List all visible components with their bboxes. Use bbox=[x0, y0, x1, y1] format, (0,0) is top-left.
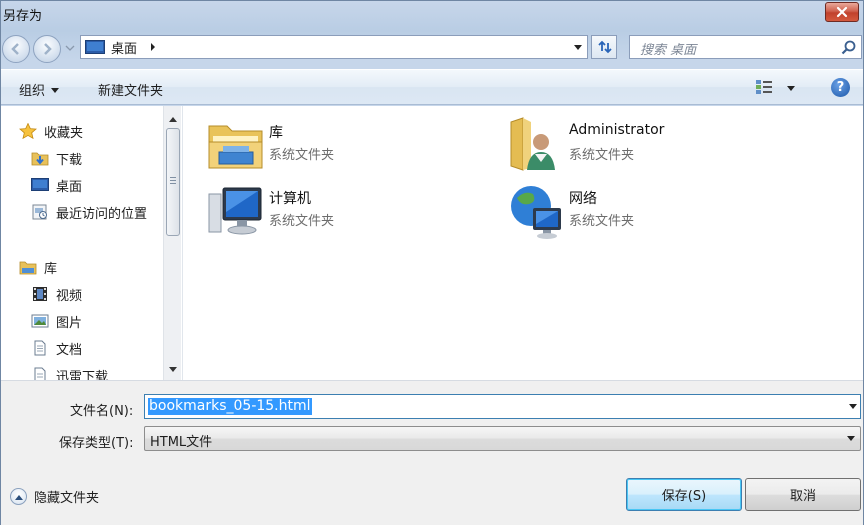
filetype-dropdown-icon bbox=[847, 436, 855, 441]
sidebar-item-recent-places[interactable]: 最近访问的位置 bbox=[31, 201, 147, 223]
recent-pages-dropdown-icon[interactable] bbox=[65, 44, 75, 52]
content-area: 收藏夹 下载 桌面 最近访问的位置 库 视频 图片 文档 迅雷下载 库 系统文件… bbox=[1, 106, 863, 380]
filename-dropdown-icon[interactable] bbox=[849, 404, 857, 409]
grip-icon bbox=[170, 177, 176, 184]
navigation-pane-scrollbar[interactable] bbox=[163, 106, 181, 380]
sidebar-item-label: 桌面 bbox=[56, 179, 83, 195]
xunlei-download-icon bbox=[34, 367, 46, 380]
desktop-icon bbox=[85, 40, 105, 54]
file-item-administrator[interactable]: Administrator 系统文件夹 bbox=[507, 116, 797, 178]
title-bar: 另存为 bbox=[1, 1, 863, 29]
back-button[interactable] bbox=[2, 35, 30, 63]
command-bar: 组织 新建文件夹 ? bbox=[1, 69, 863, 105]
user-folder-icon bbox=[510, 117, 555, 171]
arrow-left-icon bbox=[11, 43, 19, 55]
video-icon bbox=[33, 287, 47, 301]
sidebar-item-xunlei-downloads[interactable]: 迅雷下载 bbox=[31, 364, 108, 380]
sidebar-item-desktop[interactable]: 桌面 bbox=[31, 174, 82, 196]
file-item-computer[interactable]: 计算机 系统文件夹 bbox=[207, 182, 497, 244]
close-button[interactable] bbox=[825, 2, 859, 22]
filetype-value: HTML文件 bbox=[150, 435, 213, 450]
libraries-folder-icon bbox=[208, 125, 263, 169]
file-item-libraries[interactable]: 库 系统文件夹 bbox=[207, 116, 497, 178]
sidebar-item-documents[interactable]: 文档 bbox=[31, 337, 82, 359]
hide-folders-button[interactable]: 隐藏文件夹 bbox=[10, 487, 99, 506]
sidebar-item-favorites[interactable]: 收藏夹 bbox=[19, 120, 83, 142]
search-icon[interactable] bbox=[841, 40, 856, 55]
filename-value[interactable]: bookmarks_05-15.html bbox=[148, 398, 312, 415]
sidebar-item-label: 最近访问的位置 bbox=[56, 206, 148, 222]
view-dropdown-icon[interactable] bbox=[787, 86, 795, 91]
search-box[interactable]: 搜索 桌面 bbox=[629, 35, 862, 59]
filename-input[interactable]: bookmarks_05-15.html bbox=[144, 394, 861, 419]
download-folder-icon bbox=[31, 152, 49, 166]
cancel-button[interactable]: 取消 bbox=[745, 478, 861, 511]
file-type: 系统文件夹 bbox=[569, 148, 635, 163]
network-icon bbox=[511, 186, 561, 239]
recent-places-icon bbox=[32, 204, 47, 220]
sidebar-item-downloads[interactable]: 下载 bbox=[31, 147, 82, 169]
close-icon bbox=[836, 6, 848, 18]
sidebar-item-libraries[interactable]: 库 bbox=[19, 256, 57, 278]
save-as-dialog: 另存为 桌面 搜索 桌面 组织 新建文件夹 ? 收藏夹 下载 桌面 最近访问的位… bbox=[0, 0, 864, 525]
organize-label: 组织 bbox=[19, 84, 46, 99]
file-type: 系统文件夹 bbox=[269, 214, 335, 229]
star-icon bbox=[19, 123, 37, 139]
address-location[interactable]: 桌面 bbox=[111, 38, 137, 57]
forward-button[interactable] bbox=[33, 35, 61, 63]
pictures-icon bbox=[31, 314, 49, 328]
filetype-label: 保存类型(T): bbox=[59, 436, 134, 451]
breadcrumb-arrow-icon[interactable] bbox=[149, 42, 157, 52]
scroll-down-button[interactable] bbox=[164, 361, 181, 378]
sidebar-item-label: 视频 bbox=[56, 288, 83, 304]
desktop-icon bbox=[31, 178, 49, 191]
file-item-network[interactable]: 网络 系统文件夹 bbox=[507, 182, 797, 244]
file-name: Administrator bbox=[569, 122, 665, 138]
hide-folders-label: 隐藏文件夹 bbox=[34, 491, 100, 506]
search-placeholder: 搜索 桌面 bbox=[640, 43, 697, 58]
file-type: 系统文件夹 bbox=[569, 214, 635, 229]
sidebar-item-label: 文档 bbox=[56, 342, 83, 358]
chevron-up-icon bbox=[10, 488, 27, 505]
sidebar-item-label: 图片 bbox=[56, 315, 83, 331]
arrow-down-icon bbox=[168, 366, 177, 372]
window-title: 另存为 bbox=[3, 9, 43, 24]
file-type: 系统文件夹 bbox=[269, 148, 335, 163]
arrow-up-icon bbox=[168, 116, 177, 122]
scrollbar-thumb[interactable] bbox=[166, 128, 180, 236]
file-name: 网络 bbox=[569, 191, 597, 207]
save-button[interactable]: 保存(S) bbox=[626, 478, 742, 511]
documents-icon bbox=[34, 340, 46, 356]
sidebar-item-label: 收藏夹 bbox=[44, 125, 84, 141]
chevron-down-icon bbox=[51, 88, 60, 93]
pane-divider[interactable] bbox=[182, 106, 183, 380]
sidebar-item-label: 迅雷下载 bbox=[56, 369, 109, 381]
file-name: 计算机 bbox=[269, 191, 311, 207]
filename-label: 文件名(N): bbox=[70, 404, 134, 419]
help-button[interactable]: ? bbox=[831, 78, 850, 97]
libraries-folder-icon bbox=[19, 261, 37, 275]
sidebar-item-videos[interactable]: 视频 bbox=[31, 283, 82, 305]
computer-icon bbox=[208, 187, 262, 235]
file-name: 库 bbox=[269, 125, 283, 141]
new-folder-button[interactable]: 新建文件夹 bbox=[98, 80, 163, 99]
sidebar-item-label: 下载 bbox=[56, 152, 83, 168]
address-bar[interactable]: 桌面 bbox=[80, 35, 588, 59]
sidebar-item-pictures[interactable]: 图片 bbox=[31, 310, 82, 332]
sidebar-item-label: 库 bbox=[44, 261, 58, 277]
refresh-button[interactable] bbox=[591, 35, 617, 59]
address-dropdown-icon[interactable] bbox=[573, 44, 583, 51]
navigation-pane: 收藏夹 下载 桌面 最近访问的位置 库 视频 图片 文档 迅雷下载 bbox=[1, 106, 163, 380]
filetype-select[interactable]: HTML文件 bbox=[144, 426, 861, 451]
scroll-up-button[interactable] bbox=[164, 110, 181, 127]
refresh-icon bbox=[598, 40, 612, 54]
arrow-right-icon bbox=[44, 43, 52, 55]
view-options-icon[interactable] bbox=[755, 79, 773, 95]
save-options-panel: 文件名(N): bookmarks_05-15.html 保存类型(T): HT… bbox=[1, 380, 863, 525]
organize-button[interactable]: 组织 bbox=[19, 80, 60, 99]
